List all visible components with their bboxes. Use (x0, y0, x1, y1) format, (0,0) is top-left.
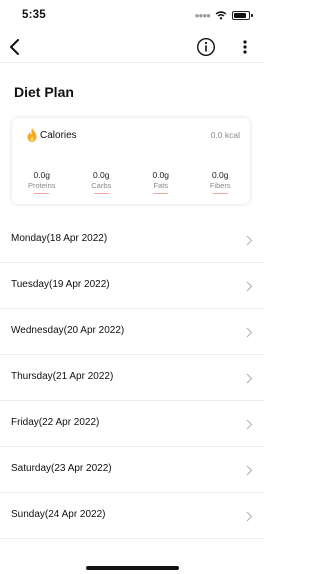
macro-value: 0.0g (211, 170, 229, 180)
page-title: Diet Plan (14, 84, 74, 100)
battery-tip (251, 14, 253, 17)
macro-underline (34, 193, 50, 194)
chevron-right-icon (246, 327, 253, 338)
chevron-right-icon (246, 235, 253, 246)
macro-name: Fats (153, 181, 169, 190)
signal-icon: ●●●● (194, 11, 211, 20)
day-label: Saturday(23 Apr 2022) (11, 463, 112, 474)
flame-icon (27, 128, 37, 142)
day-row-tuesday[interactable]: Tuesday(19 Apr 2022) (0, 263, 265, 309)
back-button[interactable] (4, 36, 26, 58)
chevron-right-icon (246, 281, 253, 292)
home-indicator[interactable] (86, 566, 179, 570)
nav-bar (0, 32, 265, 63)
chevron-right-icon (246, 373, 253, 384)
chevron-right-icon (246, 511, 253, 522)
day-row-saturday[interactable]: Saturday(23 Apr 2022) (0, 447, 265, 493)
macro-value: 0.0g (152, 170, 170, 180)
day-label: Tuesday(19 Apr 2022) (11, 279, 110, 290)
macro-fats: 0.0g Fats (131, 170, 191, 194)
day-row-thursday[interactable]: Thursday(21 Apr 2022) (0, 355, 265, 401)
macro-underline (93, 193, 109, 194)
day-label: Thursday(21 Apr 2022) (11, 371, 114, 382)
macro-name: Carbs (91, 181, 112, 190)
macro-carbs: 0.0g Carbs (72, 170, 132, 194)
status-icons: ●●●● (195, 11, 253, 20)
day-row-wednesday[interactable]: Wednesday(20 Apr 2022) (0, 309, 265, 355)
macro-name: Proteins (27, 181, 56, 190)
macro-underline (153, 193, 169, 194)
day-list: Monday(18 Apr 2022) Tuesday(19 Apr 2022)… (0, 217, 265, 539)
macros-row: 0.0g Proteins 0.0g Carbs 0.0g Fats 0.0g … (12, 170, 250, 194)
day-label: Wednesday(20 Apr 2022) (11, 325, 125, 336)
day-label: Sunday(24 Apr 2022) (11, 509, 106, 520)
chevron-right-icon (246, 419, 253, 430)
calories-card: Calories 0.0 kcal 0.0g Proteins 0.0g Car… (12, 118, 250, 204)
day-row-friday[interactable]: Friday(22 Apr 2022) (0, 401, 265, 447)
chevron-right-icon (246, 465, 253, 476)
day-label: Friday(22 Apr 2022) (11, 417, 100, 428)
calories-label: Calories (40, 130, 77, 141)
status-bar: 5:35 ●●●● (0, 0, 265, 28)
info-icon[interactable] (196, 37, 216, 57)
macro-fibers: 0.0g Fibers (191, 170, 251, 194)
status-time: 5:35 (22, 9, 46, 21)
macro-value: 0.0g (92, 170, 110, 180)
more-vertical-icon[interactable] (236, 38, 254, 56)
wifi-icon (215, 11, 227, 20)
macro-underline (212, 193, 228, 194)
day-label: Monday(18 Apr 2022) (11, 233, 108, 244)
day-row-sunday[interactable]: Sunday(24 Apr 2022) (0, 493, 265, 539)
day-row-monday[interactable]: Monday(18 Apr 2022) (0, 217, 265, 263)
battery-icon (232, 11, 250, 20)
calories-value: 0.0 kcal (210, 130, 240, 140)
macro-name: Fibers (209, 181, 231, 190)
macro-proteins: 0.0g Proteins (12, 170, 72, 194)
macro-value: 0.0g (33, 170, 51, 180)
